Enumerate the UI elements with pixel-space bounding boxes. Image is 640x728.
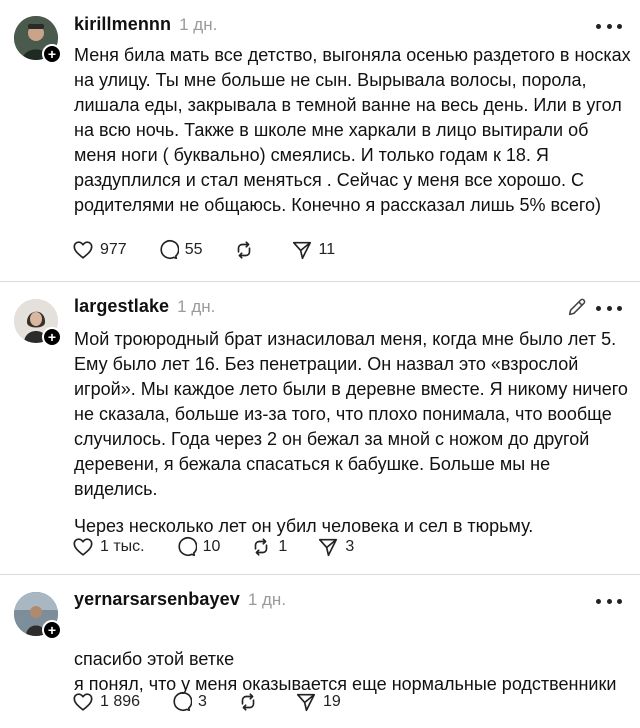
share-count: 19 [322,693,341,710]
post-text: Мой троюродный брат изнасиловал меня, ко… [74,327,634,539]
reply-count: 55 [184,241,203,258]
post: + yernarsarsenbayev 1 дн. спасибо этой в… [0,574,640,728]
like-count: 1 тыс. [100,538,145,555]
reply-count: 3 [198,693,207,710]
post: + kirillmennn 1 дн. Меня била мать все д… [0,0,640,281]
comment-icon [173,692,193,712]
like-count: 977 [100,241,127,258]
follow-plus-icon[interactable]: + [42,327,62,347]
username[interactable]: largestlake [74,296,169,317]
share-button[interactable]: 3 [317,536,354,558]
avatar[interactable]: + [14,592,62,640]
reply-count: 10 [202,538,221,555]
heart-icon [73,693,93,711]
reply-button[interactable]: 55 [157,239,203,261]
follow-plus-icon[interactable]: + [42,620,62,640]
follow-plus-icon[interactable]: + [42,44,62,64]
share-button[interactable]: 11 [291,239,336,261]
share-count: 11 [318,241,336,258]
repost-icon [255,538,268,556]
reply-button[interactable]: 10 [175,536,221,558]
repost-count: 1 [278,538,288,555]
share-button[interactable]: 19 [295,691,341,713]
timestamp: 1 дн. [179,15,218,34]
more-icon[interactable] [596,597,622,605]
share-icon [296,693,316,712]
repost-icon [237,241,250,259]
username[interactable]: kirillmennn [74,14,171,35]
more-icon[interactable] [596,304,622,312]
heart-icon [73,241,93,259]
pencil-icon[interactable] [566,296,588,318]
timestamp: 1 дн. [177,297,216,316]
username[interactable]: yernarsarsenbayev [74,589,240,610]
avatar[interactable]: + [14,16,62,64]
repost-button[interactable] [233,239,261,261]
post: + largestlake 1 дн. Мой троюродный брат … [0,281,640,574]
repost-icon [241,693,255,711]
like-button[interactable]: 1 тыс. [72,536,145,558]
heart-icon [73,538,93,556]
share-icon [319,538,338,557]
reply-button[interactable]: 3 [170,691,207,713]
like-count: 1 896 [100,693,141,710]
share-count: 3 [345,538,355,555]
post-paragraph: Меня била мать все детство, выгоняла осе… [74,45,631,215]
like-button[interactable]: 977 [72,239,127,261]
avatar[interactable]: + [14,299,62,347]
more-icon[interactable] [596,22,622,30]
repost-button[interactable] [237,691,265,713]
post-text: Меня била мать все детство, выгоняла осе… [74,43,634,218]
repost-button[interactable]: 1 [250,536,287,558]
comment-icon [178,537,197,557]
timestamp: 1 дн. [247,590,287,609]
post-paragraph: Мой троюродный брат изнасиловал меня, ко… [74,329,628,499]
comment-icon [160,240,179,260]
share-icon [292,241,311,260]
like-button[interactable]: 1 896 [72,691,140,713]
